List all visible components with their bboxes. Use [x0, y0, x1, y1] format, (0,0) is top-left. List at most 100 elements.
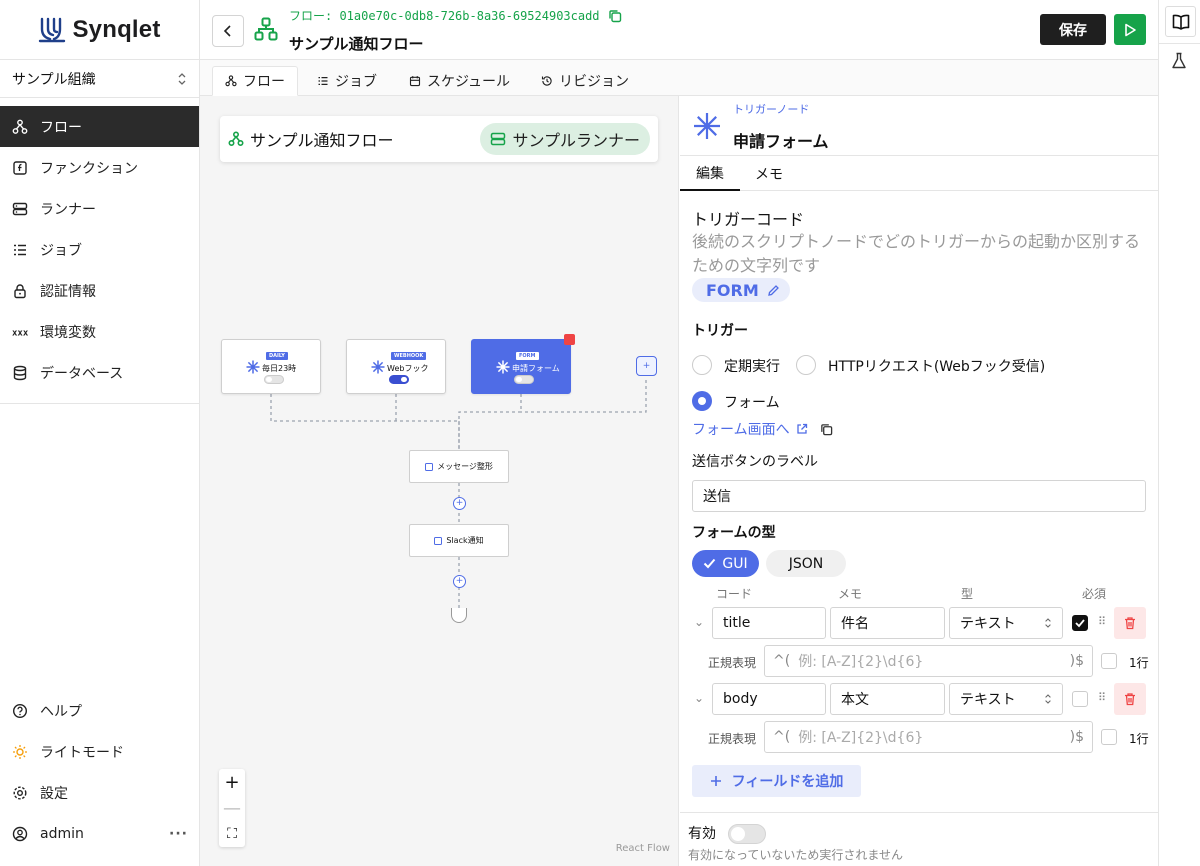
app-logo[interactable]: Synqlet	[0, 0, 199, 60]
field-memo-input[interactable]: 本文	[830, 683, 945, 715]
field-required-checkbox[interactable]	[1072, 691, 1088, 707]
calendar-clock-icon	[409, 76, 421, 87]
radio-form[interactable]	[692, 391, 712, 411]
field-type-select[interactable]: テキスト	[949, 683, 1063, 715]
pencil-icon[interactable]	[767, 284, 780, 297]
regex-input[interactable]: ^( 例: [A-Z]{2}\d{6} )$	[764, 645, 1093, 677]
tab-schedule[interactable]: スケジュール	[397, 66, 522, 96]
save-button[interactable]: 保存	[1040, 14, 1106, 45]
sidebar-item-jobs[interactable]: ジョブ	[0, 229, 199, 270]
trigger-node-form[interactable]: FORM 申請フォーム	[471, 339, 571, 394]
enabled-toggle[interactable]	[728, 824, 766, 844]
form-type-json-button[interactable]: JSON	[766, 550, 846, 577]
sidebar-item-theme[interactable]: ライトモード	[0, 731, 200, 772]
run-button[interactable]	[1114, 14, 1146, 45]
single-line-label: 1行	[1129, 732, 1149, 746]
single-line-checkbox[interactable]	[1101, 729, 1117, 745]
single-line-checkbox[interactable]	[1101, 653, 1117, 669]
insert-node-button[interactable]: +	[453, 575, 466, 588]
field-memo-input[interactable]: 件名	[830, 607, 945, 639]
radio-http-label: HTTPリクエスト(Webフック受信)	[828, 359, 1046, 375]
field-required-checkbox[interactable]	[1072, 615, 1088, 631]
docs-button[interactable]	[1165, 6, 1196, 37]
synqlet-logo-icon	[39, 17, 66, 42]
insert-node-button[interactable]: +	[453, 497, 466, 510]
org-selector[interactable]: サンプル組織	[0, 60, 199, 98]
zoom-in-button[interactable]: +	[219, 769, 245, 795]
delete-field-button[interactable]	[1114, 607, 1146, 639]
script-node-format[interactable]: メッセージ整形	[409, 450, 509, 483]
column-required: 必須	[1082, 587, 1107, 601]
sidebar-item-credentials[interactable]: 認証情報	[0, 270, 199, 311]
help-label: ヘルプ	[40, 703, 82, 720]
fit-view-button[interactable]: ⛶	[219, 821, 245, 847]
tab-revisions[interactable]: リビジョン	[529, 66, 641, 96]
copy-icon[interactable]	[820, 423, 833, 436]
tab-flow[interactable]: フロー	[212, 66, 298, 96]
drag-handle-icon[interactable]: ⠿	[1098, 615, 1106, 628]
radio-http[interactable]	[796, 355, 816, 375]
trigger-enable-toggle[interactable]	[514, 375, 534, 384]
sidebar-item-function[interactable]: ファンクション	[0, 147, 199, 188]
react-flow-attribution[interactable]: React Flow	[616, 843, 670, 854]
script-icon	[434, 536, 443, 545]
tab-label: スケジュール	[427, 74, 511, 90]
trigger-code-text: FORM	[706, 280, 759, 300]
tab-jobs[interactable]: ジョブ	[305, 66, 389, 96]
node-detail-panel: トリガーノード 申請フォーム 編集 メモ トリガーコード 後続のスクリプトノード…	[680, 96, 1158, 866]
trigger-code-value[interactable]: FORM	[692, 278, 790, 302]
chevron-down-icon[interactable]: ⌄	[694, 615, 704, 629]
trigger-badge: FORM	[516, 352, 539, 360]
form-page-link-text: フォーム画面へ	[692, 422, 790, 438]
field-type-select[interactable]: テキスト	[949, 607, 1063, 639]
sidebar-item-flow[interactable]: フロー	[0, 106, 199, 147]
flow-header: フロー: 01a0e70c-0db8-726b-8a36-69524903cad…	[200, 0, 1160, 60]
copy-icon[interactable]	[608, 9, 622, 23]
add-field-button[interactable]: フィールドを追加	[692, 765, 861, 797]
form-type-gui-button[interactable]: GUI	[692, 550, 759, 577]
submit-label-input[interactable]: 送信	[692, 480, 1146, 512]
sidebar-item-help[interactable]: ヘルプ	[0, 690, 200, 731]
tab-memo[interactable]: メモ	[740, 156, 798, 191]
node-type-label: トリガーノード	[733, 103, 810, 116]
user-avatar-icon	[12, 826, 28, 841]
trigger-star-icon	[246, 360, 260, 374]
form-page-link[interactable]: フォーム画面へ	[692, 419, 833, 439]
trigger-star-icon	[496, 360, 510, 374]
delete-node-icon[interactable]	[564, 334, 575, 345]
chevron-down-icon[interactable]: ⌄	[694, 691, 704, 705]
flow-canvas[interactable]: サンプル通知フロー サンプルランナー DAILY 毎日23時 WEBHOOK W…	[200, 96, 679, 866]
chevron-updown-icon	[1045, 618, 1051, 628]
radio-scheduled[interactable]	[692, 355, 712, 375]
panel-footer: 有効 有効になっていないため実行されません	[680, 812, 1158, 866]
regex-input[interactable]: ^( 例: [A-Z]{2}\d{6} )$	[764, 721, 1093, 753]
rail-divider	[1159, 43, 1200, 44]
chevron-updown-icon	[1045, 694, 1051, 704]
trash-icon	[1125, 693, 1135, 706]
drag-handle-icon[interactable]: ⠿	[1098, 691, 1106, 704]
theme-label: ライトモード	[40, 744, 124, 761]
trigger-enable-toggle[interactable]	[264, 375, 284, 384]
trigger-enable-toggle[interactable]	[389, 375, 409, 384]
play-icon	[1125, 23, 1136, 36]
tab-edit[interactable]: 編集	[680, 156, 740, 191]
flask-icon[interactable]	[1171, 52, 1187, 70]
field-code-input[interactable]: body	[712, 683, 826, 715]
field-code-input[interactable]: title	[712, 607, 826, 639]
trash-icon	[1125, 617, 1135, 630]
more-menu-icon[interactable]: ···	[169, 826, 188, 842]
trigger-node-daily[interactable]: DAILY 毎日23時	[221, 339, 321, 394]
regex-suffix: )$	[1069, 653, 1084, 669]
sidebar-item-database[interactable]: データベース	[0, 352, 199, 393]
back-button[interactable]	[212, 15, 244, 47]
sidebar-item-runner[interactable]: ランナー	[0, 188, 199, 229]
add-trigger-button[interactable]: +	[636, 356, 657, 376]
trigger-node-webhook[interactable]: WEBHOOK Webフック	[346, 339, 446, 394]
sidebar-item-env-vars[interactable]: xxx 環境変数	[0, 311, 199, 352]
regex-label: 正規表現	[708, 656, 757, 670]
zoom-out-button[interactable]: —	[219, 795, 245, 821]
sidebar-item-user[interactable]: admin ···	[0, 813, 200, 854]
sidebar-item-settings[interactable]: 設定	[0, 772, 200, 813]
script-node-slack[interactable]: Slack通知	[409, 524, 509, 557]
delete-field-button[interactable]	[1114, 683, 1146, 715]
